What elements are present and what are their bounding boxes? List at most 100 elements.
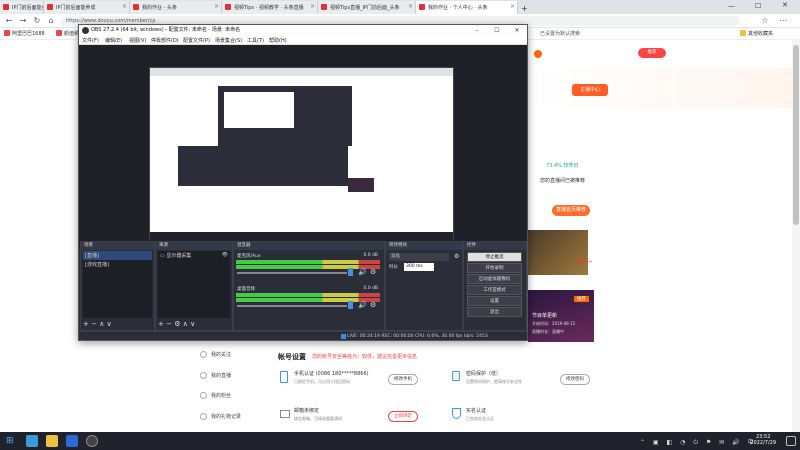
scene-item[interactable]: [游戏直播] bbox=[83, 260, 152, 269]
home-icon[interactable]: ⌂ bbox=[46, 16, 56, 26]
edge-icon[interactable] bbox=[26, 435, 38, 447]
settings-icon[interactable]: ⚙ bbox=[174, 320, 180, 328]
back-icon[interactable]: ← bbox=[4, 16, 14, 26]
obs-minimize-icon[interactable]: – bbox=[467, 25, 487, 36]
phone-icon bbox=[280, 371, 288, 383]
extensions-icon[interactable]: ☆ bbox=[760, 16, 770, 26]
gear-icon[interactable]: ⚙ bbox=[370, 301, 376, 309]
up-icon[interactable]: ∧ bbox=[99, 320, 104, 328]
refresh-icon[interactable]: ↻ bbox=[32, 16, 42, 26]
close-icon[interactable]: × bbox=[122, 3, 127, 10]
obs-maximize-icon[interactable]: ☐ bbox=[487, 25, 507, 36]
clock[interactable]: 23:52 2022/7/29 bbox=[750, 434, 776, 446]
more-link[interactable]: 更多 → bbox=[576, 258, 592, 265]
sidebar-item[interactable]: 我的直播 bbox=[200, 372, 231, 379]
obs-window[interactable]: OBS 27.2.4 (64 bit, windows) - 配置文件: 未命名… bbox=[78, 24, 528, 341]
volume-slider-handle[interactable] bbox=[348, 301, 353, 309]
start-icon[interactable]: ⊞ bbox=[6, 436, 14, 446]
speaker-icon[interactable]: 🔊 bbox=[358, 301, 367, 309]
obs-menu-item[interactable]: 场景集合(S) bbox=[215, 37, 242, 44]
down-icon[interactable]: ∨ bbox=[107, 320, 112, 328]
eye-icon[interactable]: 👁 bbox=[222, 252, 228, 258]
obs-menu-item[interactable]: 配置文件(P) bbox=[183, 37, 210, 44]
sidebar-item[interactable]: 我的粉丝 bbox=[200, 392, 231, 399]
remove-icon[interactable]: − bbox=[166, 320, 172, 328]
close-window-icon[interactable]: ✕ bbox=[782, 1, 788, 9]
obs-menu-item[interactable]: 视图(V) bbox=[129, 37, 146, 44]
explorer-icon[interactable] bbox=[46, 435, 58, 447]
promo-badge[interactable]: 推荐 bbox=[638, 48, 666, 58]
source-label: 显示器采集 bbox=[166, 253, 192, 259]
avatar-icon[interactable] bbox=[534, 50, 542, 58]
notification-icon[interactable] bbox=[786, 436, 796, 446]
tab-label: 我的作业 - 头条 bbox=[142, 5, 177, 11]
obs-menu-item[interactable]: 编辑(E) bbox=[105, 37, 122, 44]
remove-icon[interactable]: − bbox=[91, 320, 97, 328]
sources-toolbar: + − ⚙ ∧ ∨ bbox=[158, 319, 195, 329]
virtual-camera-button[interactable]: 启动虚拟摄像机 bbox=[467, 274, 522, 284]
new-tab-button[interactable]: + bbox=[518, 1, 532, 14]
add-icon[interactable]: + bbox=[83, 320, 89, 328]
obs-taskbar-icon[interactable] bbox=[86, 435, 98, 447]
volume-slider-handle[interactable] bbox=[348, 268, 353, 276]
maximize-icon[interactable]: ☐ bbox=[755, 2, 761, 10]
close-icon[interactable]: × bbox=[510, 3, 515, 10]
browser-tab[interactable]: 视频Tips · 视频教学 · 头条直播 × bbox=[222, 1, 318, 14]
transition-settings-icon[interactable]: ⚙ bbox=[454, 253, 459, 260]
stop-streaming-button[interactable]: 停止推流 bbox=[467, 252, 522, 262]
volume-slider[interactable] bbox=[237, 272, 347, 274]
change-password-button[interactable]: 修改密码 bbox=[560, 374, 590, 385]
browser-tab[interactable]: IP门前后面能养成 × bbox=[44, 1, 130, 14]
duration-input[interactable]: 300 ms bbox=[404, 263, 434, 271]
transition-select[interactable]: 淡化 bbox=[389, 253, 449, 261]
promo-card[interactable]: 推荐 节目单更新 开始时间：2019-08-15 直播时长：直播中 bbox=[528, 290, 594, 342]
gear-icon[interactable]: ⚙ bbox=[370, 268, 376, 276]
close-icon[interactable]: × bbox=[408, 3, 413, 10]
down-icon[interactable]: ∨ bbox=[190, 320, 195, 328]
sidebar-item[interactable]: 我的关注 bbox=[200, 351, 231, 358]
obs-close-icon[interactable]: ✕ bbox=[507, 25, 527, 36]
browser-tab[interactable]: 视频Tips直播_IP门前后面_头条 × bbox=[318, 1, 416, 14]
page-scrollbar-thumb[interactable] bbox=[793, 45, 799, 225]
obs-preview[interactable] bbox=[79, 45, 527, 251]
add-icon[interactable]: + bbox=[158, 320, 164, 328]
obs-menu-item[interactable]: 工具(T) bbox=[247, 37, 264, 44]
start-recording-button[interactable]: 开始录制 bbox=[467, 263, 522, 273]
obs-titlebar[interactable]: OBS 27.2.4 (64 bit, windows) - 配置文件: 未命名… bbox=[79, 25, 527, 36]
app-icon[interactable] bbox=[66, 435, 78, 447]
exit-button[interactable]: 退出 bbox=[467, 307, 522, 317]
tab-favicon-icon bbox=[47, 4, 53, 10]
menu-icon[interactable]: ⋯ bbox=[778, 16, 788, 26]
obs-menu-item[interactable]: 文件(F) bbox=[82, 37, 99, 44]
live-center-button[interactable]: 主播中心 bbox=[572, 84, 608, 96]
browser-tab[interactable]: 我的作业 - 头条 × bbox=[130, 1, 222, 14]
browser-tab[interactable]: IP门前后面能养成 bbox=[0, 1, 44, 14]
close-icon[interactable]: × bbox=[214, 3, 219, 10]
up-icon[interactable]: ∧ bbox=[183, 320, 188, 328]
minimize-icon[interactable]: — bbox=[728, 2, 735, 10]
bookmark-item[interactable]: 已设置为默认搜索 bbox=[540, 30, 580, 37]
bind-email-button[interactable]: 立即绑定 bbox=[388, 411, 418, 422]
other-bookmarks[interactable]: 其他收藏夹 bbox=[740, 30, 773, 37]
studio-mode-button[interactable]: 工作室模式 bbox=[467, 285, 522, 295]
browser-tab-active[interactable]: 我的作业 · 个人中心 · 头条 × bbox=[416, 1, 518, 14]
volume-slider[interactable] bbox=[237, 305, 347, 307]
speaker-icon[interactable]: 🔊 bbox=[358, 268, 367, 276]
shield-icon bbox=[452, 408, 461, 419]
close-icon[interactable]: × bbox=[310, 3, 315, 10]
recommend-button[interactable]: 直播首页推荐 bbox=[552, 205, 590, 216]
obs-menu-item[interactable]: 停靠部件(D) bbox=[151, 37, 179, 44]
transitions-dock-title: 转场特效 bbox=[386, 242, 462, 250]
obs-menu-item[interactable]: 帮助(H) bbox=[269, 37, 287, 44]
sidebar-item[interactable]: 我的礼物记录 bbox=[200, 413, 241, 420]
source-item[interactable]: ▭ 显示器采集 👁 bbox=[158, 251, 230, 260]
change-phone-button[interactable]: 修改手机 bbox=[388, 374, 418, 385]
promo-image[interactable] bbox=[528, 230, 588, 275]
forward-icon[interactable]: → bbox=[18, 16, 28, 26]
tray-icons[interactable]: ⌃ ▣ ◧ ◔ ⏻ ⚑ ✉ 🔊 中 bbox=[640, 437, 756, 447]
settings-button[interactable]: 设置 bbox=[467, 296, 522, 306]
fans-icon bbox=[200, 392, 207, 399]
bookmark-item[interactable]: 阿里巴巴1688 bbox=[4, 30, 45, 37]
mixer-channel-db: 0.0 dB bbox=[363, 286, 378, 291]
scene-item[interactable]: [直播] bbox=[83, 251, 152, 260]
